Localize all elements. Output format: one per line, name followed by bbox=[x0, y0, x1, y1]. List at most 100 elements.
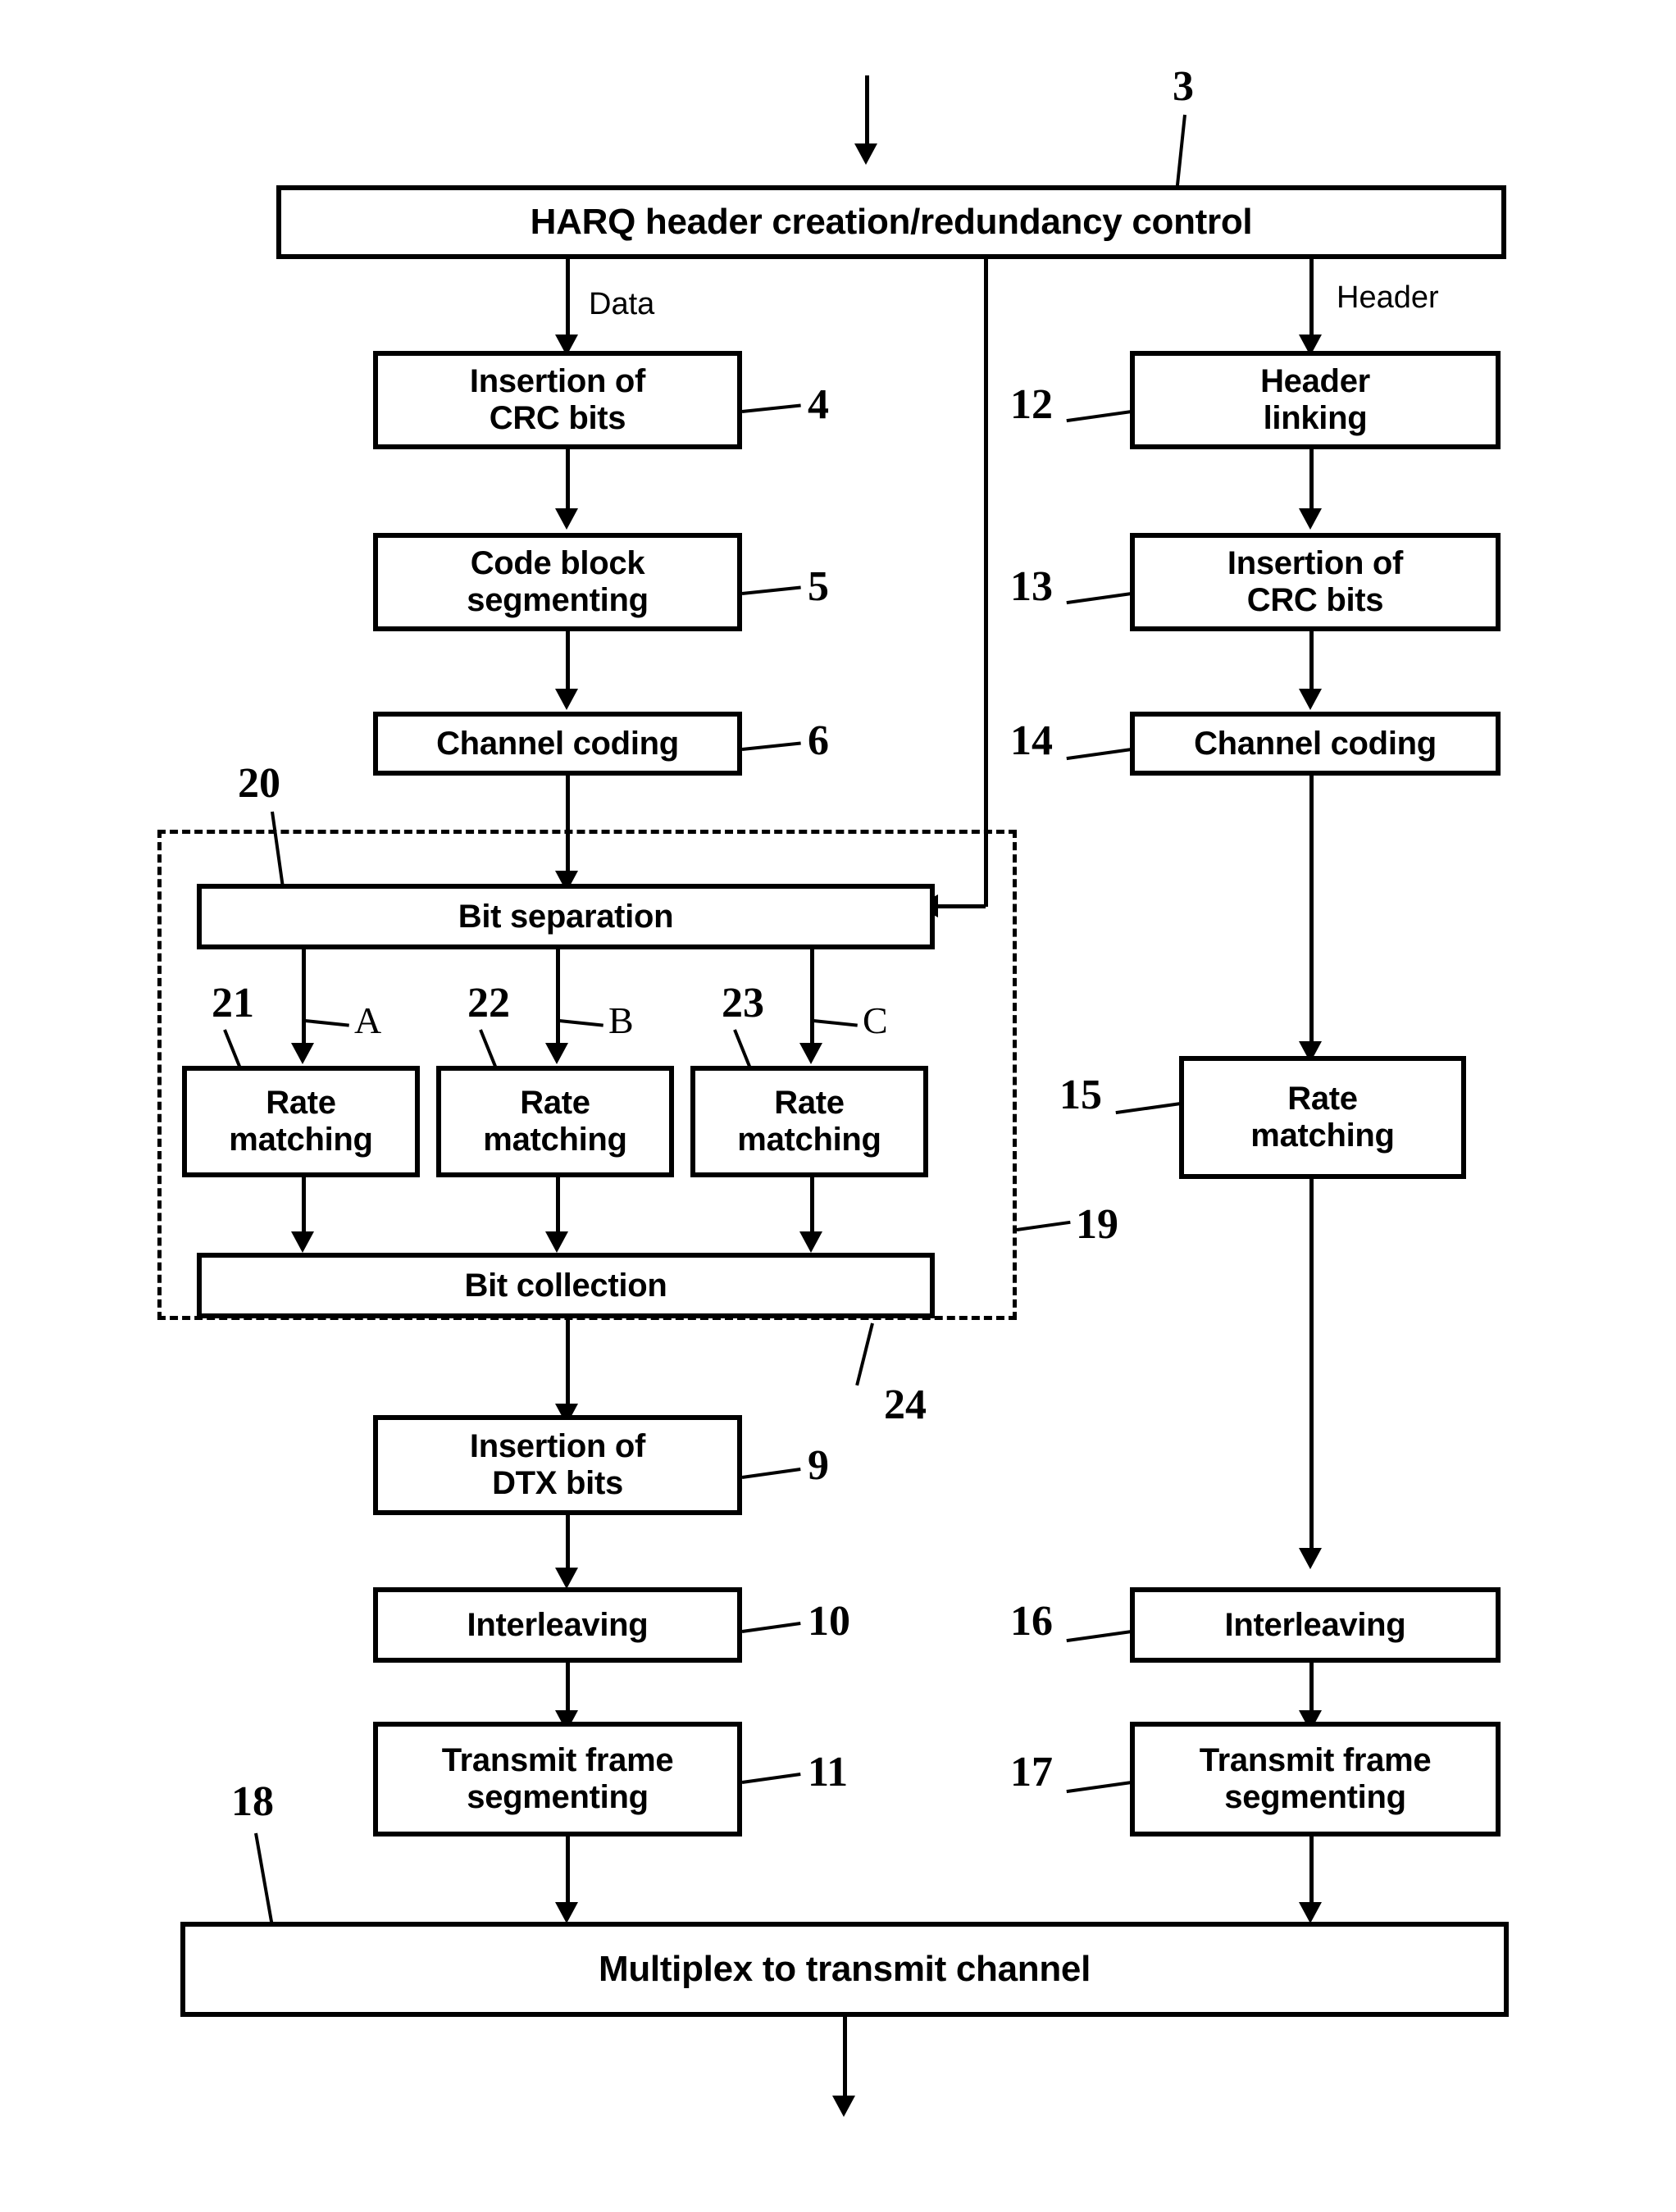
ref-22: 22 bbox=[467, 980, 510, 1026]
ref-4-leader bbox=[741, 403, 801, 413]
rmheader-to-interleaving-arrowhead bbox=[1299, 1548, 1322, 1569]
block-interleaving-data-label: Interleaving bbox=[467, 1606, 649, 1643]
output-arrow-head bbox=[832, 2096, 855, 2117]
crcheader-to-coding-arrowhead bbox=[1299, 689, 1322, 710]
branch-c-arrowhead bbox=[799, 1043, 822, 1064]
block-bit-separation-label: Bit separation bbox=[458, 898, 674, 935]
block-channel-coding-data-label: Channel coding bbox=[436, 725, 679, 762]
signal-label-data: Data bbox=[589, 287, 655, 321]
harq-to-bitsep-vertical bbox=[984, 259, 988, 907]
ref-9: 9 bbox=[808, 1442, 829, 1489]
block-multiplex-label: Multiplex to transmit channel bbox=[598, 1949, 1091, 1990]
ref-5: 5 bbox=[808, 563, 829, 610]
signal-label-b: B bbox=[608, 999, 634, 1041]
input-arrow-head bbox=[854, 143, 877, 165]
ref-5-leader bbox=[741, 585, 801, 595]
block-insertion-dtx-bits[interactable]: Insertion of DTX bits bbox=[373, 1415, 742, 1515]
block-channel-coding-header-label: Channel coding bbox=[1194, 725, 1437, 762]
ref-24-leader bbox=[855, 1322, 874, 1386]
block-interleaving-header[interactable]: Interleaving bbox=[1130, 1587, 1501, 1663]
branch-b-line bbox=[556, 949, 560, 1054]
data-branch-line bbox=[566, 259, 570, 341]
ref-15: 15 bbox=[1059, 1072, 1102, 1118]
ref-18-leader bbox=[254, 1832, 274, 1923]
block-rate-matching-b[interactable]: Rate matching bbox=[436, 1066, 674, 1177]
block-bit-collection[interactable]: Bit collection bbox=[197, 1253, 935, 1318]
ref-10: 10 bbox=[808, 1598, 850, 1645]
block-bit-collection-label: Bit collection bbox=[464, 1267, 667, 1304]
block-harq-header-creation[interactable]: HARQ header creation/redundancy control bbox=[276, 185, 1506, 259]
block-crc-data-label: Insertion of CRC bits bbox=[469, 363, 646, 436]
block-interleaving-data[interactable]: Interleaving bbox=[373, 1587, 742, 1663]
block-channel-coding-header[interactable]: Channel coding bbox=[1130, 712, 1501, 776]
ref-14: 14 bbox=[1010, 717, 1053, 764]
branch-c-line bbox=[810, 949, 814, 1054]
ref-13: 13 bbox=[1010, 563, 1053, 610]
ref-6-leader bbox=[741, 741, 801, 751]
dtx-to-interleaving-arrowhead bbox=[555, 1568, 578, 1589]
output-arrow-line bbox=[843, 2017, 847, 2105]
ref-23: 23 bbox=[722, 980, 764, 1026]
signal-label-a: A bbox=[354, 999, 382, 1041]
branch-b-arrowhead bbox=[545, 1043, 568, 1064]
block-bit-separation[interactable]: Bit separation bbox=[197, 884, 935, 949]
ref-3-leader bbox=[1175, 114, 1186, 187]
block-rate-matching-a[interactable]: Rate matching bbox=[182, 1066, 420, 1177]
block-dtx-label: Insertion of DTX bits bbox=[469, 1428, 646, 1501]
codeblock-to-coding-line bbox=[566, 631, 570, 695]
crc-to-codeblock-line bbox=[566, 449, 570, 515]
ref-15-leader bbox=[1115, 1102, 1182, 1115]
ref-11-leader bbox=[741, 1772, 801, 1784]
block-tfs-data-label: Transmit frame segmenting bbox=[441, 1742, 674, 1815]
block-harq-label: HARQ header creation/redundancy control bbox=[530, 202, 1253, 243]
rmheader-to-interleaving-line bbox=[1309, 1179, 1314, 1561]
rm-c-to-collection-arrowhead bbox=[799, 1231, 822, 1253]
rm-b-to-collection-arrowhead bbox=[545, 1231, 568, 1253]
ref-3: 3 bbox=[1173, 63, 1194, 110]
block-header-linking[interactable]: Header linking bbox=[1130, 351, 1501, 449]
rm-a-to-collection-arrowhead bbox=[291, 1231, 314, 1253]
ref-21: 21 bbox=[212, 980, 254, 1026]
ref-18: 18 bbox=[231, 1778, 274, 1825]
ref-17-leader bbox=[1066, 1781, 1132, 1794]
ref-12-leader bbox=[1066, 410, 1132, 423]
ref-9-leader bbox=[741, 1467, 801, 1479]
block-header-linking-label: Header linking bbox=[1260, 363, 1370, 436]
block-rate-matching-header[interactable]: Rate matching bbox=[1179, 1056, 1466, 1179]
ref-13-leader bbox=[1066, 592, 1132, 605]
ref-19: 19 bbox=[1076, 1201, 1118, 1248]
block-insertion-crc-bits-data[interactable]: Insertion of CRC bits bbox=[373, 351, 742, 449]
block-transmit-frame-segmenting-data[interactable]: Transmit frame segmenting bbox=[373, 1722, 742, 1837]
block-rate-matching-b-label: Rate matching bbox=[483, 1085, 627, 1158]
block-transmit-frame-segmenting-header[interactable]: Transmit frame segmenting bbox=[1130, 1722, 1501, 1837]
block-insertion-crc-bits-header[interactable]: Insertion of CRC bits bbox=[1130, 533, 1501, 631]
ref-24: 24 bbox=[884, 1381, 927, 1428]
signal-label-c: C bbox=[863, 999, 888, 1041]
ref-12: 12 bbox=[1010, 381, 1053, 428]
block-code-block-segmenting[interactable]: Code block segmenting bbox=[373, 533, 742, 631]
block-multiplex-to-transmit-channel[interactable]: Multiplex to transmit channel bbox=[180, 1922, 1509, 2017]
ref-11: 11 bbox=[808, 1749, 849, 1796]
ref-17: 17 bbox=[1010, 1749, 1053, 1796]
block-tfs-header-label: Transmit frame segmenting bbox=[1199, 1742, 1432, 1815]
header-branch-line bbox=[1309, 259, 1314, 341]
ref-19-leader bbox=[1016, 1220, 1071, 1231]
block-code-block-label: Code block segmenting bbox=[467, 545, 649, 618]
tfs-data-to-mux-arrowhead bbox=[555, 1902, 578, 1923]
ref-6: 6 bbox=[808, 717, 829, 764]
block-rate-matching-c-label: Rate matching bbox=[737, 1085, 881, 1158]
block-channel-coding-data[interactable]: Channel coding bbox=[373, 712, 742, 776]
ref-16-leader bbox=[1066, 1630, 1132, 1643]
block-interleaving-header-label: Interleaving bbox=[1224, 1606, 1406, 1643]
collection-to-dtx-line bbox=[566, 1318, 570, 1415]
headerlink-to-crc-line bbox=[1309, 449, 1314, 515]
ref-16: 16 bbox=[1010, 1598, 1053, 1645]
signal-label-header: Header bbox=[1337, 280, 1439, 315]
block-crc-header-label: Insertion of CRC bits bbox=[1227, 545, 1404, 618]
block-rate-matching-c[interactable]: Rate matching bbox=[690, 1066, 928, 1177]
ref-14-leader bbox=[1066, 748, 1132, 761]
block-rate-matching-a-label: Rate matching bbox=[229, 1085, 373, 1158]
crc-to-codeblock-arrowhead bbox=[555, 508, 578, 530]
ref-10-leader bbox=[741, 1621, 801, 1633]
branch-a-line bbox=[302, 949, 306, 1054]
